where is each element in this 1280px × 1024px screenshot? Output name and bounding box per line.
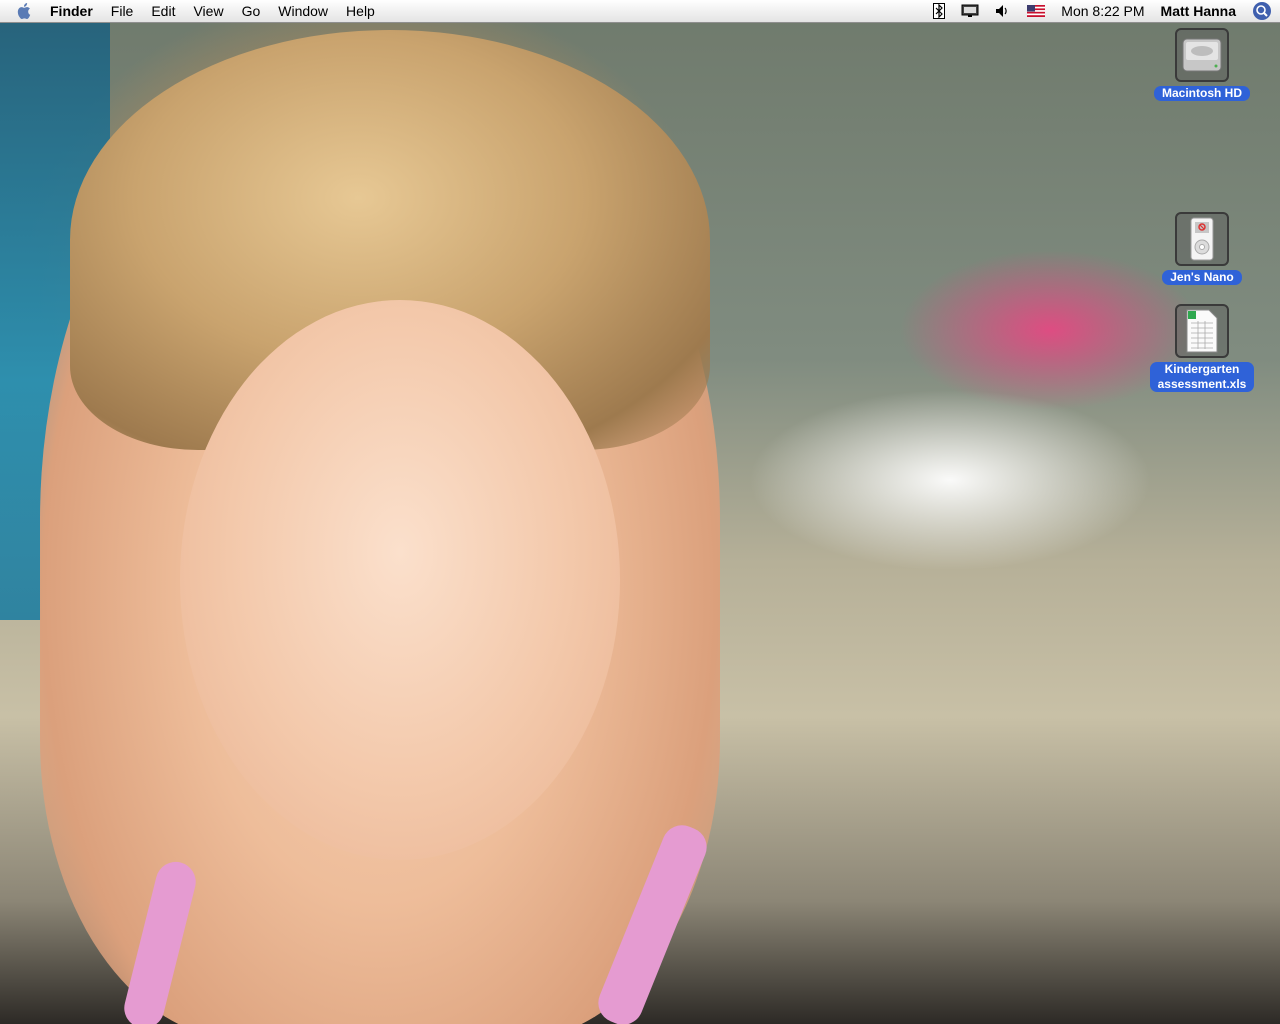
menu-help[interactable]: Help bbox=[337, 0, 384, 22]
spotlight-icon[interactable] bbox=[1244, 0, 1280, 22]
apple-icon[interactable] bbox=[10, 2, 40, 20]
kindergarten-assessment-label[interactable]: Kindergarten assessment.xls bbox=[1149, 362, 1255, 392]
us-flag-icon[interactable] bbox=[1019, 0, 1053, 22]
menu-username[interactable]: Matt Hanna bbox=[1153, 0, 1244, 22]
hard-drive-icon[interactable] bbox=[1175, 28, 1229, 82]
macintosh-hd-label[interactable]: Macintosh HD bbox=[1153, 86, 1250, 101]
menu-clock[interactable]: Mon 8:22 PM bbox=[1053, 0, 1152, 22]
menu-finder[interactable]: Finder bbox=[40, 0, 102, 22]
menu-bar: Finder File Edit View Go Window Help Mon… bbox=[0, 0, 1280, 23]
volume-icon[interactable] bbox=[987, 0, 1019, 22]
file-name-line-2: assessment.xls bbox=[1157, 377, 1247, 391]
ipod-nano-icon[interactable] bbox=[1175, 212, 1229, 266]
file-name-line-1: Kindergarten bbox=[1164, 362, 1240, 376]
menu-file[interactable]: File bbox=[102, 0, 143, 22]
desktop-icon-jens-nano[interactable]: Jen's Nano bbox=[1142, 212, 1262, 285]
spreadsheet-file-icon[interactable] bbox=[1175, 304, 1229, 358]
jens-nano-label[interactable]: Jen's Nano bbox=[1162, 270, 1242, 285]
desktop-icon-kindergarten-assessment[interactable]: Kindergarten assessment.xls bbox=[1142, 304, 1262, 392]
wallpaper-child-face bbox=[180, 300, 620, 860]
bluetooth-icon[interactable] bbox=[925, 0, 953, 22]
menu-window[interactable]: Window bbox=[269, 0, 337, 22]
menu-go[interactable]: Go bbox=[233, 0, 270, 22]
desktop[interactable]: Finder File Edit View Go Window Help Mon… bbox=[0, 0, 1280, 1024]
desktop-icon-macintosh-hd[interactable]: Macintosh HD bbox=[1142, 28, 1262, 101]
menu-edit[interactable]: Edit bbox=[142, 0, 184, 22]
display-icon[interactable] bbox=[953, 0, 987, 22]
menu-view[interactable]: View bbox=[184, 0, 232, 22]
